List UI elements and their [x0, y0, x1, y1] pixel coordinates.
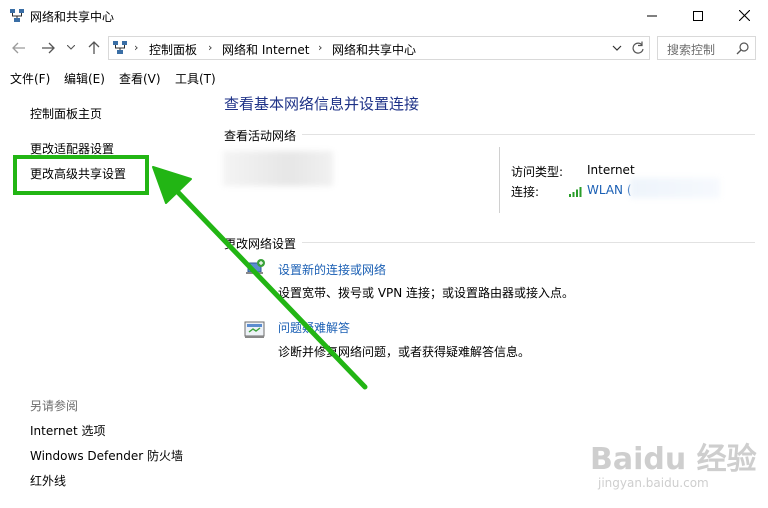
setup-connection-link[interactable]: 设置新的连接或网络	[278, 261, 386, 278]
baidu-jingyan-watermark: Baidu 经验 jingyan.baidu.com	[590, 430, 757, 500]
page-title: 查看基本网络信息并设置连接	[224, 95, 420, 113]
see-also-infrared[interactable]: 红外线	[30, 472, 66, 489]
access-type-label: 访问类型:	[511, 165, 564, 179]
window-title: 网络和共享中心	[30, 10, 115, 24]
address-dropdown-icon[interactable]	[609, 40, 625, 56]
menu-edit[interactable]: 编辑(E)	[64, 70, 105, 87]
see-also-internet-options[interactable]: Internet 选项	[30, 422, 105, 439]
breadcrumb-control-panel[interactable]: 控制面板	[149, 41, 197, 58]
new-connection-icon	[246, 259, 265, 274]
annotation-highlight-box	[13, 155, 149, 195]
see-also-label: 另请参阅	[30, 399, 79, 413]
redacted-network-name	[223, 151, 333, 186]
divider	[225, 134, 755, 135]
watermark-site: jingyan.baidu.com	[598, 476, 709, 490]
search-box[interactable]: 搜索控制	[657, 36, 756, 60]
close-icon	[738, 10, 750, 21]
wifi-signal-icon	[569, 187, 582, 197]
breadcrumb-separator-icon[interactable]: ›	[134, 41, 138, 54]
search-icon[interactable]	[736, 41, 750, 55]
breadcrumb-separator-icon[interactable]: ›	[208, 41, 212, 54]
breadcrumb-network-internet[interactable]: 网络和 Internet	[222, 41, 309, 58]
refresh-icon[interactable]	[630, 40, 646, 56]
divider	[499, 147, 500, 213]
address-bar[interactable]: › 控制面板 › 网络和 Internet › 网络和共享中心	[108, 36, 650, 60]
chevron-down-icon	[67, 45, 75, 50]
minimize-button[interactable]	[629, 0, 675, 31]
close-button[interactable]	[721, 0, 767, 31]
search-placeholder: 搜索控制	[667, 43, 716, 57]
connection-wlan-link[interactable]: WLAN (	[587, 183, 632, 197]
left-task-pane: 控制面板主页 更改适配器设置 更改高级共享设置 另请参阅 Internet 选项…	[0, 90, 205, 508]
troubleshoot-link[interactable]: 问题疑难解答	[278, 319, 350, 336]
menu-bar: 文件(F) 编辑(E) 查看(V) 工具(T)	[0, 66, 768, 90]
navigation-bar: › 控制面板 › 网络和 Internet › 网络和共享中心 搜索控制	[0, 31, 768, 65]
sidebar-link-control-panel-home[interactable]: 控制面板主页	[30, 105, 102, 122]
maximize-icon	[693, 10, 703, 21]
setup-connection-description: 设置宽带、拨号或 VPN 连接；或设置路由器或接入点。	[278, 286, 575, 300]
control-panel-icon	[113, 41, 127, 54]
forward-arrow-icon	[42, 42, 55, 54]
maximize-button[interactable]	[675, 0, 721, 31]
back-arrow-icon	[12, 42, 25, 54]
menu-tools[interactable]: 工具(T)	[175, 70, 216, 87]
redacted-wlan-name	[630, 178, 720, 198]
change-settings-label: 更改网络设置	[224, 235, 303, 252]
see-also-firewall[interactable]: Windows Defender 防火墙	[30, 447, 183, 464]
troubleshoot-icon	[244, 321, 265, 338]
menu-file[interactable]: 文件(F)	[10, 70, 50, 87]
minimize-icon	[647, 15, 657, 16]
connection-label: 连接:	[511, 185, 540, 199]
watermark-brand: Baidu 经验	[590, 442, 757, 477]
recent-locations-button[interactable]	[64, 39, 78, 57]
up-button[interactable]	[84, 39, 104, 57]
access-type-value: Internet	[587, 163, 635, 177]
forward-button[interactable]	[38, 39, 58, 57]
breadcrumb-separator-icon[interactable]: ›	[318, 41, 322, 54]
breadcrumb-sharing-center[interactable]: 网络和共享中心	[332, 41, 416, 58]
up-arrow-icon	[88, 41, 100, 54]
divider	[225, 242, 755, 243]
network-center-icon	[10, 9, 24, 22]
active-networks-label: 查看活动网络	[224, 127, 303, 144]
troubleshoot-description: 诊断并修复网络问题，或者获得疑难解答信息。	[278, 345, 531, 359]
back-button[interactable]	[9, 39, 29, 57]
title-bar: 网络和共享中心	[0, 0, 768, 31]
menu-view[interactable]: 查看(V)	[119, 70, 161, 87]
